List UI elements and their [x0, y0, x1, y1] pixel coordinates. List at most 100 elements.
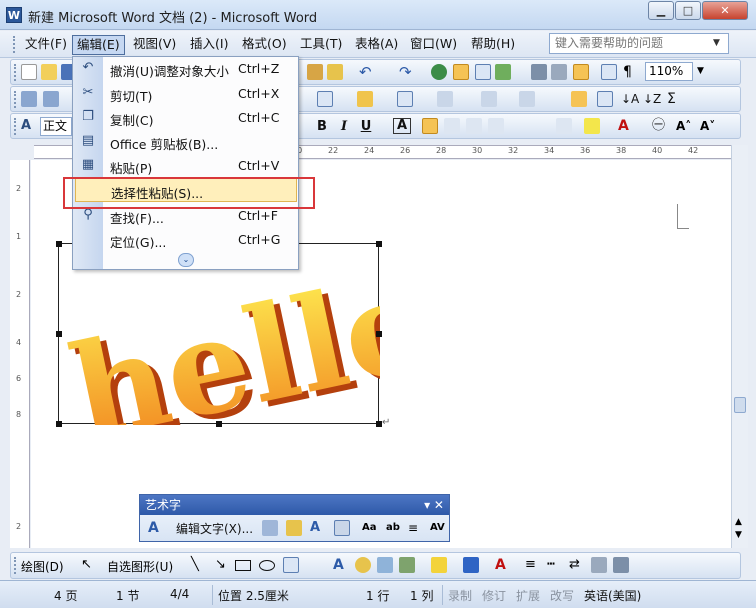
toolbar-grip[interactable] [14, 91, 17, 108]
oval-icon[interactable] [259, 560, 275, 571]
minimize-button[interactable]: ▁ [648, 1, 674, 20]
menu-item-office-clipboard[interactable]: ▤ Office 剪贴板(B)... [73, 130, 298, 154]
line-icon[interactable]: ╲ [191, 557, 199, 572]
document-map-icon[interactable] [573, 64, 589, 80]
underline-button[interactable]: U [357, 118, 375, 136]
diagram-icon[interactable] [355, 557, 371, 573]
select-objects-icon[interactable]: ↖ [81, 557, 92, 572]
shadow-style-icon[interactable] [591, 557, 607, 573]
text-wrapping-icon[interactable] [334, 520, 350, 536]
menu-window[interactable]: 窗口(W) [406, 35, 461, 55]
resize-handle[interactable] [376, 241, 382, 247]
status-overtype[interactable]: 改写 [550, 587, 574, 604]
fill-color-icon[interactable] [431, 557, 447, 573]
vertical-text-icon[interactable]: ab [386, 520, 402, 536]
insert-wordart-icon[interactable]: A [333, 557, 349, 573]
vertical-scrollbar[interactable]: ▲ ▼ [731, 145, 748, 548]
italic-button[interactable]: I [335, 118, 353, 136]
prev-page-icon[interactable]: ▲ [735, 517, 742, 527]
drawing-icon[interactable] [551, 64, 567, 80]
numbering-icon[interactable] [556, 118, 572, 134]
status-extend[interactable]: 扩展 [516, 587, 540, 604]
menu-format[interactable]: 格式(O) [238, 35, 291, 55]
insert-table-icon[interactable] [475, 64, 491, 80]
edit-text-button[interactable]: 编辑文字(X)... [176, 520, 253, 538]
edit-mode-icon[interactable] [43, 91, 59, 107]
menu-file[interactable]: 文件(F) [21, 35, 71, 55]
menu-item-paste[interactable]: ▦ 粘贴(P) Ctrl+V [73, 154, 298, 178]
font-color-icon[interactable]: A [495, 557, 511, 573]
styles-formatting-icon[interactable]: A [21, 118, 37, 134]
wordart-shape-icon[interactable]: A [310, 520, 326, 536]
redo-icon[interactable]: ↷ [399, 64, 415, 80]
style-select[interactable]: 正文 [40, 117, 72, 136]
enclose-char-icon[interactable]: ㊀ [652, 118, 668, 134]
justify-icon[interactable] [488, 118, 504, 134]
font-color-icon[interactable]: A [618, 118, 634, 134]
align-center-icon[interactable] [444, 118, 460, 134]
menu-item-goto[interactable]: 定位(G)... Ctrl+G [73, 228, 298, 252]
arrow-icon[interactable]: ↘ [215, 557, 226, 572]
menu-item-copy[interactable]: ❐ 复制(C) Ctrl+C [73, 106, 298, 130]
wordart-gallery-icon[interactable] [262, 520, 278, 536]
table-autoformat-icon[interactable] [597, 91, 613, 107]
word-app-icon[interactable]: W [6, 7, 22, 23]
zoom-select[interactable]: 110% [645, 62, 693, 81]
menu-tools[interactable]: 工具(T) [296, 35, 346, 55]
menu-insert[interactable]: 插入(I) [186, 35, 232, 55]
toolbar-grip[interactable] [14, 557, 17, 574]
close-button[interactable]: ✕ [702, 1, 748, 20]
menu-help[interactable]: 帮助(H) [467, 35, 519, 55]
textbox-icon[interactable] [283, 557, 299, 573]
table-grid-icon[interactable] [397, 91, 413, 107]
resize-handle[interactable] [56, 331, 62, 337]
char-border-button[interactable]: A [393, 118, 411, 134]
merge-cells-icon[interactable] [437, 91, 453, 107]
draw-menu-button[interactable]: 绘图(D) [21, 558, 64, 575]
maximize-button[interactable]: □ [675, 1, 701, 20]
format-painter-icon[interactable] [327, 64, 343, 80]
sort-ascending-icon[interactable]: ↓A [621, 91, 639, 107]
scrollbar-thumb[interactable] [734, 397, 746, 413]
next-page-icon[interactable]: ▼ [735, 530, 742, 540]
wordart-object[interactable]: hello hello [58, 243, 380, 425]
edit-icon[interactable] [21, 91, 37, 107]
align-left-icon[interactable] [422, 118, 438, 134]
tables-borders-icon[interactable] [453, 64, 469, 80]
status-record[interactable]: 录制 [448, 587, 472, 604]
status-language[interactable]: 英语(美国) [584, 587, 641, 604]
sort-descending-icon[interactable]: ↓Z [643, 91, 661, 107]
autoshapes-menu-button[interactable]: 自选图形(U) [107, 558, 173, 575]
undo-icon[interactable]: ↶ [359, 64, 375, 80]
expand-menu-icon[interactable]: ⌄ [178, 253, 194, 267]
zoom-dropdown-arrow[interactable]: ▼ [697, 66, 704, 76]
picture-icon[interactable] [399, 557, 415, 573]
align-cell-icon[interactable] [481, 91, 497, 107]
rectangle-icon[interactable] [235, 560, 251, 571]
help-search-input[interactable]: 键入需要帮助的问题 [549, 33, 729, 54]
resize-handle[interactable] [56, 241, 62, 247]
toolbar-grip[interactable] [14, 64, 17, 81]
columns-icon[interactable] [531, 64, 547, 80]
autosum-icon[interactable]: Σ [667, 91, 683, 107]
arrow-style-icon[interactable]: ⇄ [569, 557, 585, 573]
resize-handle[interactable] [376, 331, 382, 337]
alignment-icon[interactable]: ≡ [408, 520, 424, 536]
borders-icon[interactable] [317, 91, 333, 107]
new-document-icon[interactable] [21, 64, 37, 80]
vertical-ruler[interactable]: 2 1 2 4 6 8 2 [10, 160, 30, 548]
wordart-toolbar-title[interactable]: 艺术字 ▾ ✕ [140, 495, 449, 515]
align-right-icon[interactable] [466, 118, 482, 134]
toolbar-grip[interactable] [14, 118, 17, 135]
resize-handle[interactable] [216, 421, 222, 427]
dash-style-icon[interactable]: ┅ [547, 557, 563, 573]
highlight-icon[interactable] [584, 118, 600, 134]
hyperlink-icon[interactable] [431, 64, 447, 80]
menu-item-undo[interactable]: ↶ 撤消(U)调整对象大小 Ctrl+Z [73, 57, 298, 81]
shrink-font-icon[interactable]: A˅ [700, 118, 716, 134]
show-hide-icon[interactable]: ¶ [623, 64, 639, 80]
distribute-rows-icon[interactable] [519, 91, 535, 107]
menu-edit[interactable]: 编辑(E) [72, 35, 125, 55]
toolbar-options-close-icon[interactable]: ▾ ✕ [424, 495, 444, 515]
menu-item-cut[interactable]: ✂ 剪切(T) Ctrl+X [73, 82, 298, 106]
